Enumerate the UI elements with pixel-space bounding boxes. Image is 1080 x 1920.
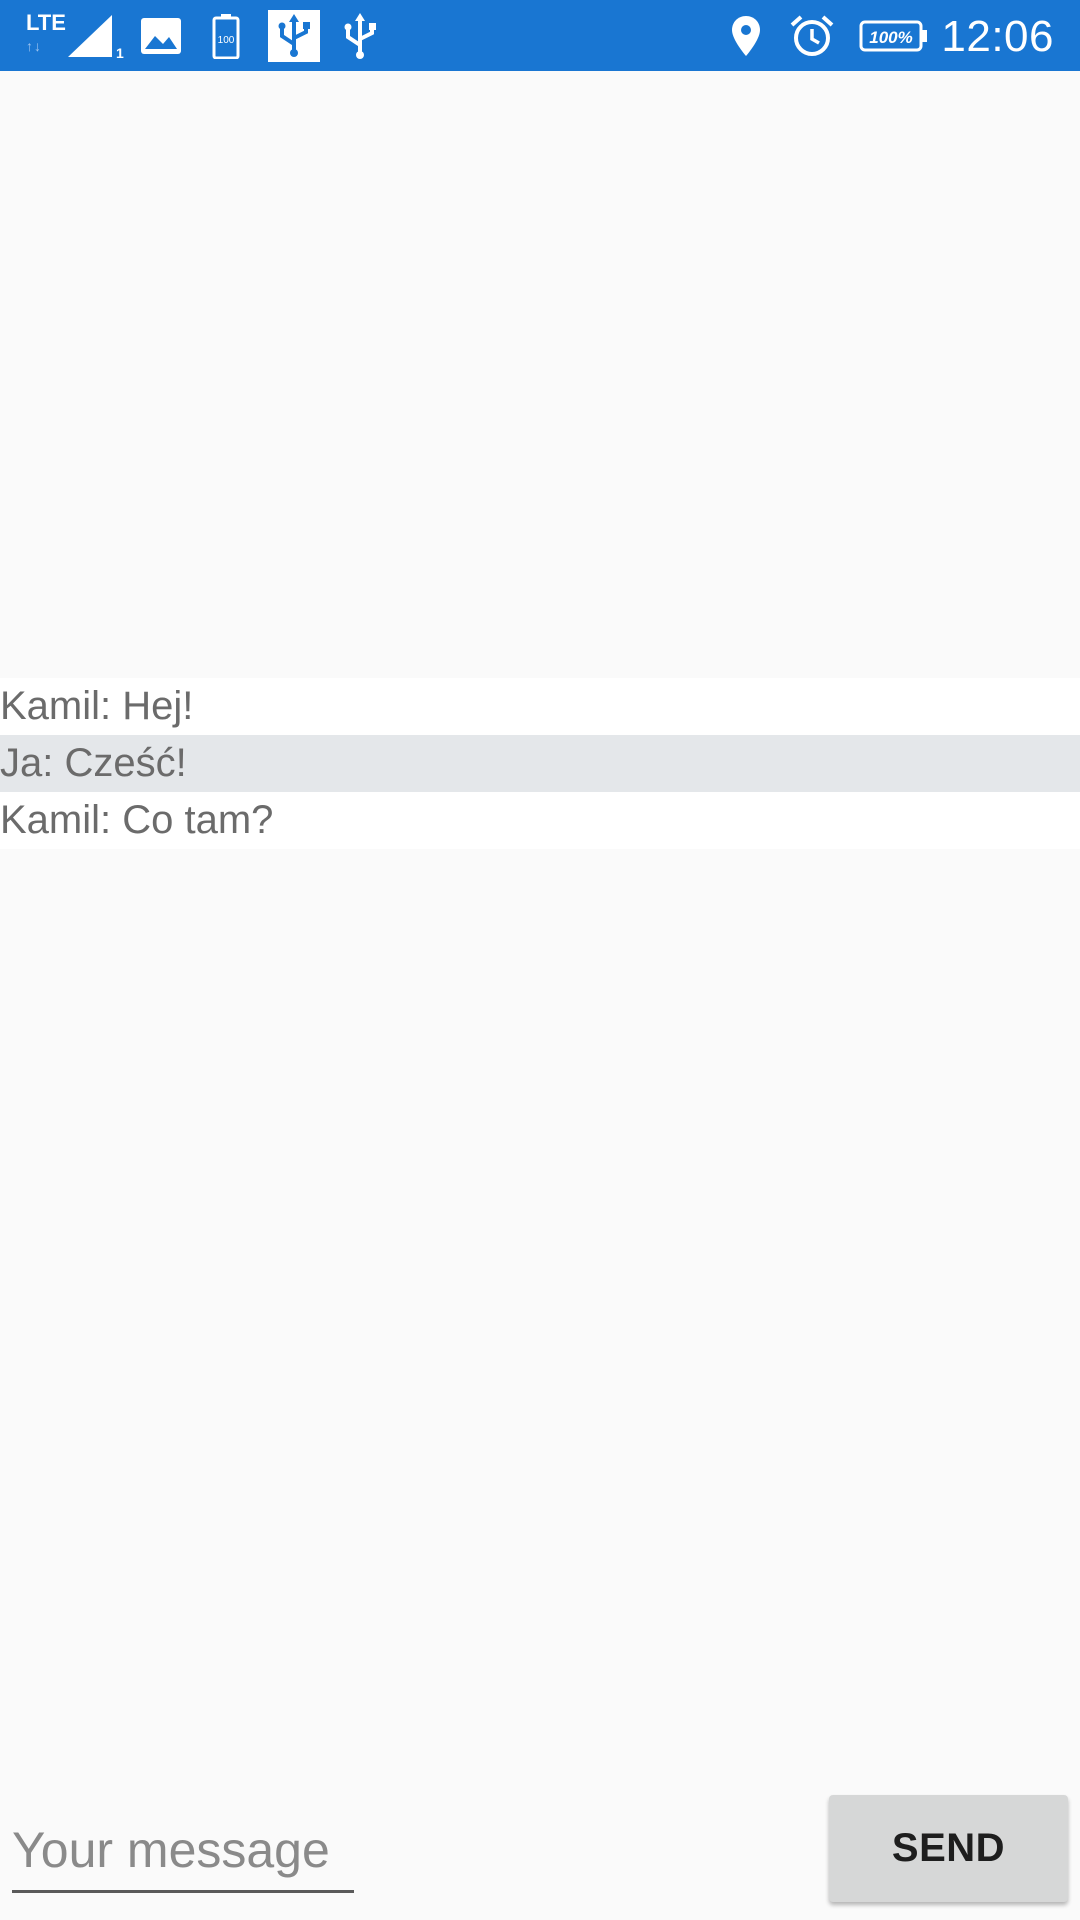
message-list[interactable]: Kamil: Hej! Ja: Cześć! Kamil: Co tam?	[0, 678, 1080, 849]
alarm-icon	[788, 0, 836, 71]
signal-icon: 1	[66, 0, 126, 71]
battery-icon: 100%	[858, 0, 930, 71]
network-type-label: LTE	[26, 10, 66, 35]
usb-boxed-icon	[268, 0, 320, 71]
message-item[interactable]: Ja: Cześć!	[0, 735, 1080, 792]
send-button[interactable]: SEND	[829, 1795, 1068, 1902]
lte-icon: LTE ↑↓	[22, 0, 66, 71]
location-icon	[728, 0, 764, 71]
usb-icon	[340, 0, 380, 71]
battery-small-level: 100	[218, 35, 235, 46]
clock: 12:06	[941, 12, 1054, 61]
message-item[interactable]: Kamil: Co tam?	[0, 792, 1080, 849]
status-bar: LTE ↑↓ 1 100 100% 12:06	[0, 0, 1080, 71]
network-arrows: ↑↓	[26, 38, 42, 54]
chat-screen: LTE ↑↓ 1 100 100% 12:06 Kamil: Hej! Ja: …	[0, 0, 1080, 1920]
sim-slot-label: 1	[116, 45, 124, 61]
message-item[interactable]: Kamil: Hej!	[0, 678, 1080, 735]
battery-percent-label: 100%	[869, 28, 912, 47]
message-input[interactable]	[12, 1810, 354, 1893]
image-icon	[138, 0, 184, 71]
battery-small-icon: 100	[210, 0, 242, 71]
